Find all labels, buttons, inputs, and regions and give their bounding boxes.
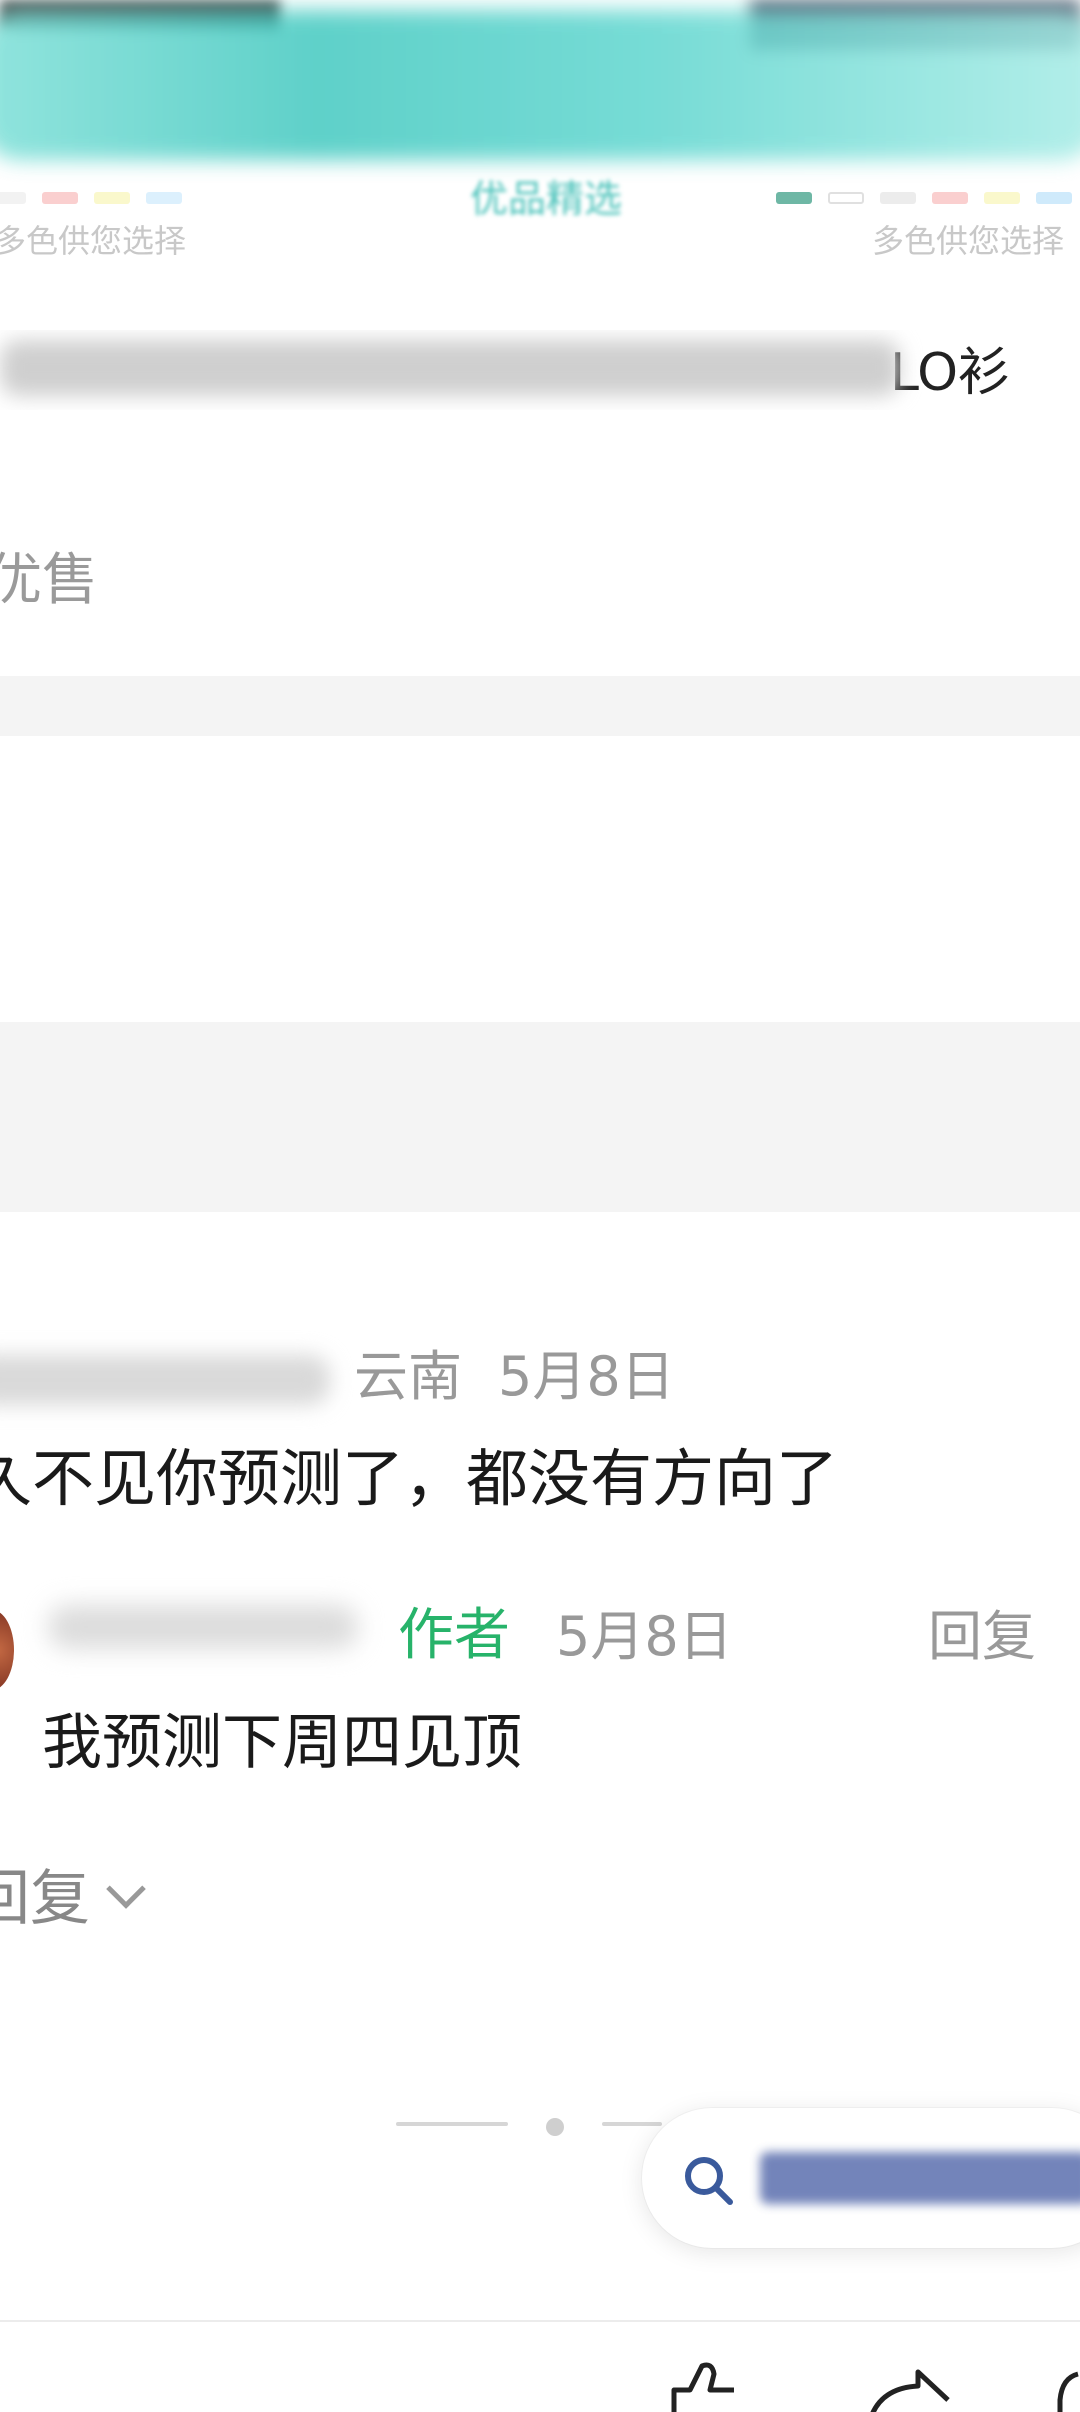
toolbar-divider xyxy=(0,2320,1080,2322)
reply-body[interactable]: 我预测下周四见顶 xyxy=(42,1694,522,1781)
color-swatches-left xyxy=(0,192,182,204)
reply-button[interactable]: 回复 xyxy=(928,1592,1036,1671)
comment-body[interactable]: 久不见你预测了，都没有方向了 xyxy=(0,1428,838,1518)
indicator-line xyxy=(602,2122,662,2126)
product-title-redacted xyxy=(0,339,900,396)
comment-meta: 云南 5月8日 xyxy=(0,1332,675,1411)
expand-replies-label: 回复 xyxy=(0,1864,90,1934)
avatar[interactable] xyxy=(0,1610,14,1690)
product-tag: 优售 xyxy=(0,548,98,613)
swatch xyxy=(984,192,1020,204)
color-swatches-right xyxy=(776,192,1072,204)
swatch xyxy=(880,192,916,204)
swatch xyxy=(94,192,130,204)
chevron-down-icon xyxy=(106,1869,146,1909)
commenter-name-redacted[interactable] xyxy=(0,1355,330,1406)
product-title-suffix: LO衫 xyxy=(890,343,1011,403)
like-icon[interactable] xyxy=(660,2360,750,2412)
banner-image xyxy=(0,10,1080,160)
indicator-line xyxy=(396,2122,508,2126)
comment-date: 5月8日 xyxy=(498,1345,675,1408)
comment-icon[interactable] xyxy=(1056,2360,1080,2412)
swatch xyxy=(828,192,864,204)
banner-subtitle: 优品精选 xyxy=(470,177,623,221)
search-pill[interactable] xyxy=(642,2108,1080,2248)
swatch xyxy=(932,192,968,204)
expand-replies-button[interactable]: 回复 xyxy=(0,1850,146,1937)
ad-banner[interactable]: 优品精选 多色供您选择 多色供您选择 xyxy=(0,0,1080,255)
comment-location: 云南 xyxy=(354,1345,462,1408)
author-badge: 作者 xyxy=(398,1603,510,1668)
swatch xyxy=(0,192,26,204)
color-note-right: 多色供您选择 xyxy=(872,222,1065,255)
color-note-left: 多色供您选择 xyxy=(0,222,187,255)
search-suggestion-redacted xyxy=(760,2152,1080,2204)
reply-author-name-redacted[interactable] xyxy=(48,1605,358,1649)
indicator-dot xyxy=(546,2118,564,2136)
search-icon xyxy=(685,2157,733,2205)
swatch xyxy=(1036,192,1072,204)
share-icon[interactable] xyxy=(860,2360,960,2412)
swatch xyxy=(776,192,812,204)
section-divider xyxy=(0,1022,1080,1212)
reply-date: 5月8日 xyxy=(556,1605,733,1668)
swatch xyxy=(146,192,182,204)
section-divider xyxy=(0,676,1080,736)
swatch xyxy=(42,192,78,204)
product-title[interactable]: LO衫 xyxy=(0,330,1060,410)
